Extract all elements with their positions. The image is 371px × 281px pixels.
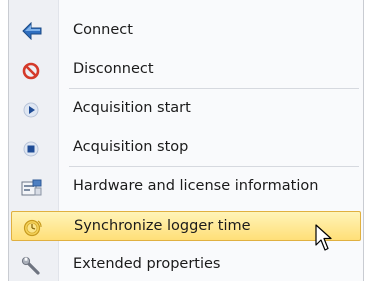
hardware-info-icon xyxy=(21,178,42,196)
menu-item-label: Acquisition start xyxy=(73,100,191,116)
menu-separator xyxy=(69,166,359,167)
menu-item-acquisition-stop[interactable]: Acquisition stop xyxy=(11,133,361,163)
play-icon xyxy=(21,100,41,118)
menu-item-label: Extended properties xyxy=(73,256,221,272)
disconnect-icon xyxy=(21,61,41,80)
sync-time-icon xyxy=(22,218,42,237)
mouse-pointer-icon xyxy=(314,223,334,257)
menu-item-disconnect[interactable]: Disconnect xyxy=(11,55,361,85)
stop-icon xyxy=(21,139,41,157)
menu-item-label: Connect xyxy=(73,22,133,38)
menu-separator xyxy=(69,88,359,89)
menu-item-label: Hardware and license information xyxy=(73,178,319,194)
menu-item-acquisition-start[interactable]: Acquisition start xyxy=(11,94,361,124)
menu-item-label: Disconnect xyxy=(73,61,154,77)
context-menu: Connect Disconnect Acquisition start Acq… xyxy=(8,0,364,281)
menu-item-connect[interactable]: Connect xyxy=(11,16,361,46)
menu-item-label: Acquisition stop xyxy=(73,139,189,155)
menu-item-extended-properties[interactable]: Extended properties xyxy=(11,250,361,280)
connect-arrow-icon xyxy=(21,22,42,40)
wrench-icon xyxy=(21,256,41,275)
menu-item-hardware-license-info[interactable]: Hardware and license information xyxy=(11,172,361,202)
menu-item-synchronize-logger-time[interactable]: Synchronize logger time xyxy=(11,211,361,241)
menu-item-label: Synchronize logger time xyxy=(74,218,251,234)
